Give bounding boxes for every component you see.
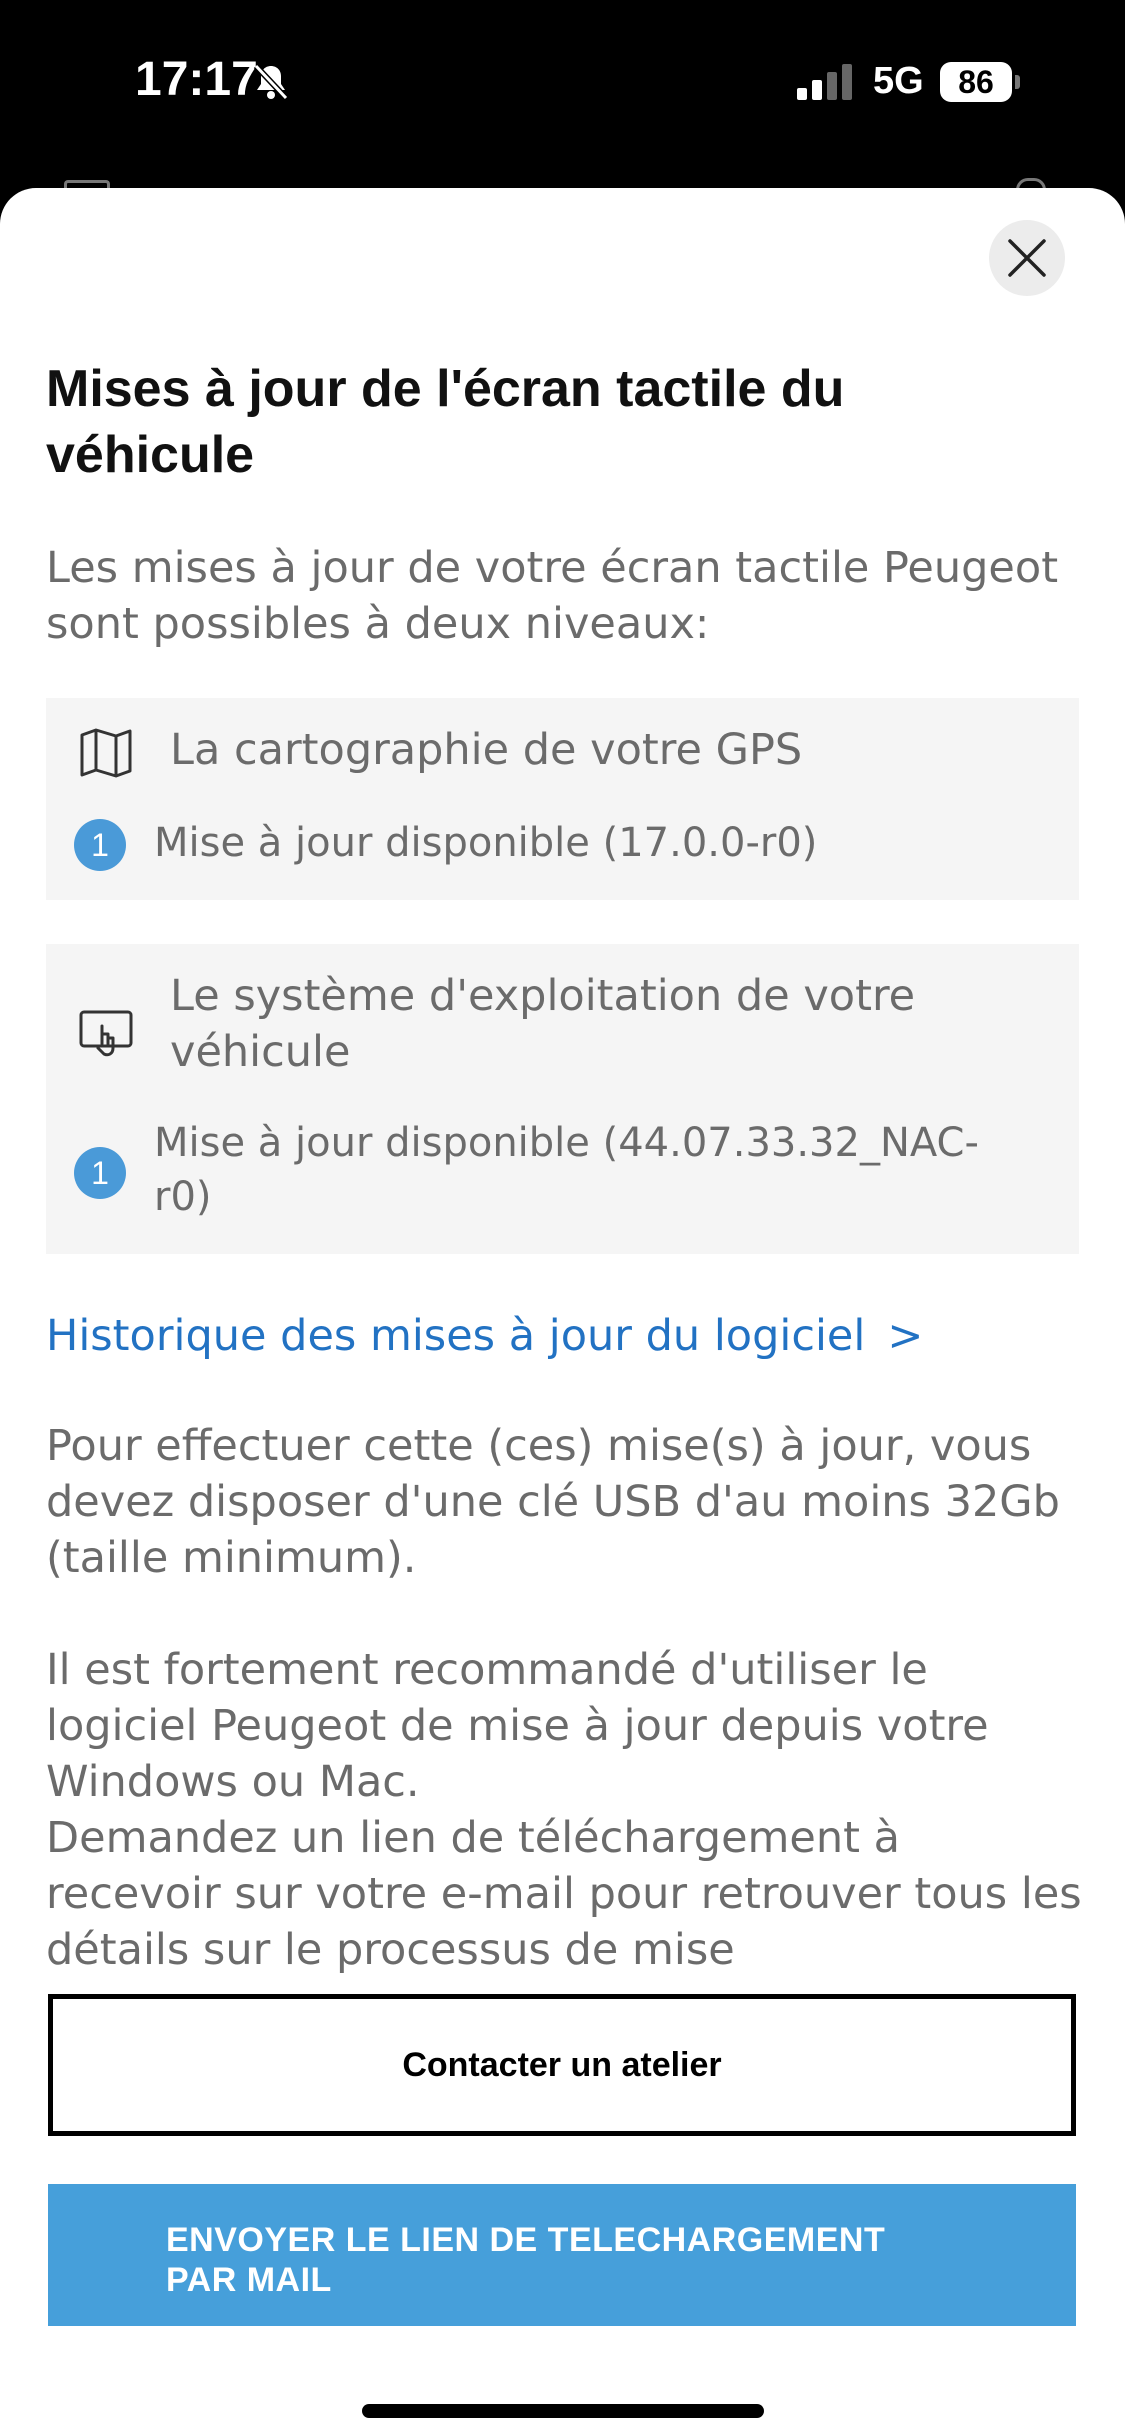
operating-system-card: Le système d'exploitation de votre véhic… bbox=[46, 944, 1079, 1254]
network-type: 5G bbox=[873, 60, 924, 102]
download-request-line: Demandez un lien de téléchargement à rec… bbox=[46, 1813, 1082, 1975]
battery-level: 86 bbox=[940, 62, 1012, 102]
touchscreen-icon bbox=[79, 1010, 133, 1057]
usb-requirement-text: Pour effectuer cette (ces) mise(s) à jou… bbox=[46, 1421, 1060, 1583]
close-icon bbox=[1008, 239, 1046, 277]
gps-map-card: La cartographie de votre GPS 1 Mise à jo… bbox=[46, 698, 1079, 900]
history-link-label: Historique des mises à jour du logiciel bbox=[46, 1311, 866, 1361]
sheet-title: Mises à jour de l'écran tactile du véhic… bbox=[46, 360, 845, 484]
card-title-os: Le système d'exploitation de votre véhic… bbox=[170, 971, 916, 1077]
contact-workshop-button[interactable]: Contacter un atelier bbox=[48, 1994, 1076, 2136]
battery-icon: 86 bbox=[940, 62, 1020, 102]
bell-slash-icon bbox=[253, 63, 289, 101]
battery-tip bbox=[1015, 75, 1020, 89]
recommendation-text: Il est fortement recommandé d'utiliser l… bbox=[46, 1642, 1086, 1978]
software-history-link[interactable]: Historique des mises à jour du logiciel > bbox=[46, 1308, 923, 1364]
home-indicator[interactable] bbox=[362, 2404, 764, 2418]
map-icon bbox=[80, 728, 132, 778]
send-download-link-button[interactable]: ENVOYER LE LIEN DE TELECHARGEMENT PAR MA… bbox=[48, 2184, 1076, 2326]
chevron-right-icon: > bbox=[887, 1311, 924, 1361]
status-bar: 17:17 5G 86 bbox=[0, 0, 1125, 170]
recommendation-line: Il est fortement recommandé d'utiliser l… bbox=[46, 1645, 989, 1807]
send-button-line1: ENVOYER LE LIEN DE TELECHARGEMENT bbox=[166, 2221, 886, 2259]
cellular-signal-icon bbox=[797, 64, 852, 100]
bottom-sheet: Mises à jour de l'écran tactile du véhic… bbox=[0, 188, 1125, 2436]
send-button-line2: PAR MAIL bbox=[166, 2261, 332, 2299]
close-button[interactable] bbox=[989, 220, 1065, 296]
intro-text: Les mises à jour de votre écran tactile … bbox=[46, 543, 1059, 649]
status-time: 17:17 bbox=[135, 53, 258, 106]
update-available-os: Mise à jour disponible (44.07.33.32_NAC-… bbox=[154, 1120, 979, 1220]
update-count-badge: 1 bbox=[74, 1147, 126, 1199]
update-available-gps: Mise à jour disponible (17.0.0-r0) bbox=[154, 820, 818, 866]
card-title-gps: La cartographie de votre GPS bbox=[170, 725, 803, 775]
update-count-badge: 1 bbox=[74, 819, 126, 871]
